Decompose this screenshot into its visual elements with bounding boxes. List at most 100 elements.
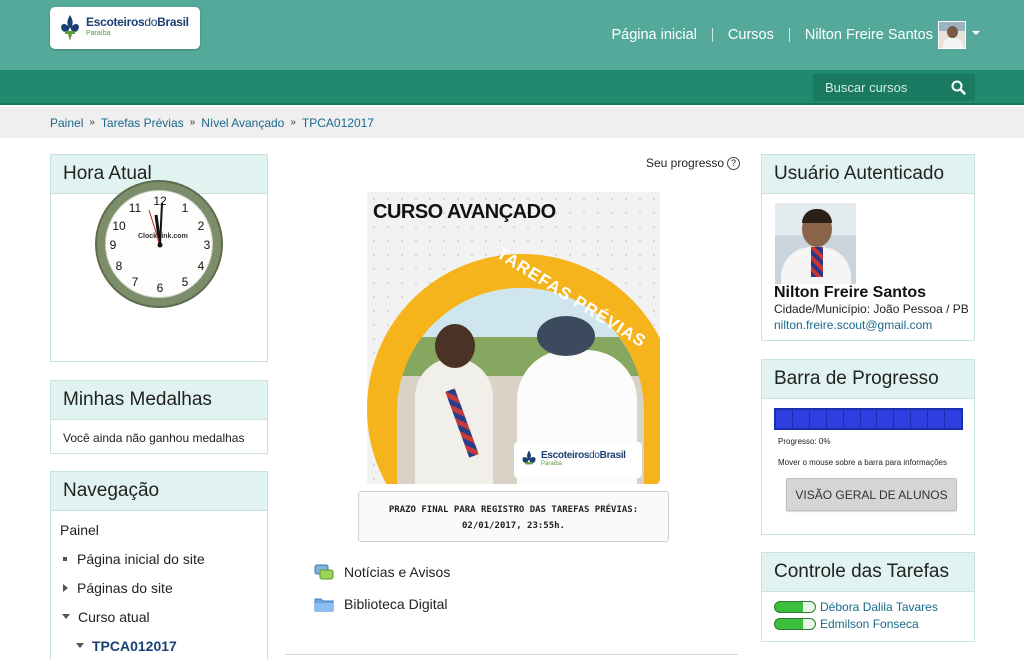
- folder-icon: [314, 598, 334, 612]
- task-status-pill: [774, 600, 816, 613]
- top-nav: Página inicial Cursos Nilton Freire Sant…: [596, 21, 1024, 49]
- banner-logo-brasil: Brasil: [599, 450, 626, 461]
- user-email[interactable]: nilton.freire.scout@gmail.com: [774, 318, 932, 332]
- task-person-row[interactable]: Débora Dalila Tavares: [762, 599, 974, 614]
- bullet-icon: [63, 556, 67, 561]
- block-title: Controle das Tarefas: [762, 553, 974, 592]
- logo-text-brasil: Brasil: [157, 15, 189, 29]
- banner-logo-do: do: [589, 450, 600, 461]
- progress-hint: Mover o mouse sobre a barra para informa…: [778, 458, 947, 467]
- search-input[interactable]: Buscar cursos: [813, 80, 941, 95]
- breadcrumb-course[interactable]: TPCA012017: [302, 116, 374, 130]
- banner-logo-sub: Paraíba: [541, 461, 563, 467]
- progress-segment[interactable]: [809, 410, 826, 428]
- breadcrumb-painel[interactable]: Painel: [50, 116, 83, 130]
- logo-text-do: do: [144, 15, 158, 29]
- deadline-notice: PRAZO FINAL PARA REGISTRO DAS TAREFAS PR…: [358, 491, 669, 542]
- progress-segment[interactable]: [894, 410, 911, 428]
- progress-segment[interactable]: [843, 410, 860, 428]
- search-button[interactable]: [941, 74, 975, 101]
- authenticated-user-block: Usuário Autenticado Nilton Freire Santos…: [761, 154, 975, 341]
- course-progress-link[interactable]: Seu progresso ?: [646, 156, 741, 170]
- clock-block: Hora Atual 12 1 2 3 4 5 6 7 8 9 10 11 Cl…: [50, 154, 268, 362]
- forum-icon: [314, 564, 334, 580]
- search-bar-strip: Buscar cursos: [0, 70, 1024, 105]
- nav-courses-link[interactable]: Cursos: [713, 27, 789, 43]
- task-person-row[interactable]: Edmilson Fonseca: [762, 616, 974, 631]
- progress-segment[interactable]: [860, 410, 877, 428]
- site-logo[interactable]: EscoteirosdoBrasil Paraíba: [50, 7, 200, 49]
- resource-news-forum[interactable]: Notícias e Avisos: [314, 563, 450, 581]
- task-person-name: Débora Dalila Tavares: [820, 599, 938, 614]
- logo-subtitle: Paraíba: [86, 30, 111, 37]
- resource-label: Biblioteca Digital: [344, 596, 448, 612]
- progress-label: Seu progresso: [646, 156, 725, 170]
- nav-item-course-code[interactable]: TPCA012017: [51, 631, 267, 660]
- avatar-scarf: [811, 247, 823, 277]
- breadcrumb-separator: »: [189, 117, 196, 128]
- chevron-down-icon: [62, 614, 70, 619]
- block-title: Barra de Progresso: [762, 360, 974, 399]
- nav-item-site-home[interactable]: Página inicial do site: [51, 544, 267, 573]
- user-city: Cidade/Município: João Pessoa / PB: [774, 302, 969, 316]
- breadcrumb-nivel[interactable]: Nível Avançado: [201, 116, 284, 130]
- nav-item-label: Curso atual: [78, 608, 150, 625]
- nav-item-label: TPCA012017: [92, 637, 177, 654]
- breadcrumb: Painel » Tarefas Prévias » Nível Avançad…: [0, 107, 1024, 138]
- user-menu[interactable]: Nilton Freire Santos: [790, 21, 1024, 49]
- clock-face: 12 1 2 3 4 5 6 7 8 9 10 11 ClockLink.com: [105, 190, 213, 298]
- fleur-de-lis-icon: [61, 15, 79, 41]
- navigation-block: Navegação Painel Página inicial do site …: [50, 471, 268, 660]
- progress-segment[interactable]: [928, 410, 945, 428]
- task-status-pill: [774, 617, 816, 630]
- chevron-down-icon: [76, 643, 84, 648]
- chevron-down-icon: [972, 31, 980, 35]
- progress-bar-block: Barra de Progresso Progresso: 0% Mover o…: [761, 359, 975, 535]
- students-overview-button[interactable]: VISÃO GERAL DE ALUNOS: [786, 478, 957, 511]
- course-banner: CURSO AVANÇADO TAREFAS PRÉVIAS Escoteiro…: [367, 192, 660, 484]
- clock-hands: [148, 202, 163, 248]
- progress-segment[interactable]: [945, 410, 961, 428]
- nav-item-painel[interactable]: Painel: [51, 515, 267, 544]
- nav-home-link[interactable]: Página inicial: [596, 27, 711, 43]
- block-title: Navegação: [51, 472, 267, 511]
- progress-bar[interactable]: [774, 408, 963, 430]
- progress-segment[interactable]: [776, 410, 792, 428]
- block-title: Usuário Autenticado: [762, 155, 974, 194]
- banner-person: [415, 358, 493, 484]
- search-icon: [951, 80, 966, 95]
- resource-digital-library[interactable]: Biblioteca Digital: [314, 595, 448, 613]
- avatar[interactable]: [775, 203, 856, 284]
- nav-item-label: Páginas do site: [77, 579, 173, 596]
- avatar: [938, 21, 966, 49]
- progress-segment[interactable]: [792, 410, 809, 428]
- nav-item-label: Página inicial do site: [77, 550, 205, 567]
- task-control-block: Controle das Tarefas Débora Dalila Tavar…: [761, 552, 975, 642]
- nav-item-site-pages[interactable]: Páginas do site: [51, 573, 267, 602]
- nav-item-label: Painel: [60, 521, 99, 538]
- progress-segment[interactable]: [826, 410, 843, 428]
- top-header: EscoteirosdoBrasil Paraíba Página inicia…: [0, 0, 1024, 70]
- medals-block: Minhas Medalhas Você ainda não ganhou me…: [50, 380, 268, 454]
- chevron-right-icon: [63, 583, 68, 592]
- analog-clock: 12 1 2 3 4 5 6 7 8 9 10 11 ClockLink.com: [95, 180, 223, 308]
- resource-label: Notícias e Avisos: [344, 564, 451, 580]
- user-menu-name: Nilton Freire Santos: [804, 27, 933, 43]
- nav-item-current-course[interactable]: Curso atual: [51, 602, 267, 631]
- banner-title: CURSO AVANÇADO: [373, 201, 556, 223]
- medals-empty-text: Você ainda não ganhou medalhas: [63, 431, 245, 445]
- progress-segment[interactable]: [877, 410, 894, 428]
- breadcrumb-separator: »: [89, 117, 95, 128]
- deadline-line-2: 02/01/2017, 23:55h.: [462, 521, 565, 531]
- deadline-line-1: PRAZO FINAL PARA REGISTRO DAS TAREFAS PR…: [388, 505, 639, 515]
- banner-head: [435, 324, 475, 368]
- progress-segment[interactable]: [911, 410, 928, 428]
- breadcrumb-tarefas[interactable]: Tarefas Prévias: [101, 116, 184, 130]
- course-search: Buscar cursos: [813, 74, 975, 101]
- logo-text-main: Escoteiros: [86, 15, 145, 29]
- block-title: Minhas Medalhas: [51, 381, 267, 420]
- progress-text: Progresso: 0%: [778, 437, 831, 446]
- help-icon[interactable]: ?: [727, 156, 741, 170]
- section-divider: [285, 654, 738, 655]
- avatar-hair: [802, 209, 832, 223]
